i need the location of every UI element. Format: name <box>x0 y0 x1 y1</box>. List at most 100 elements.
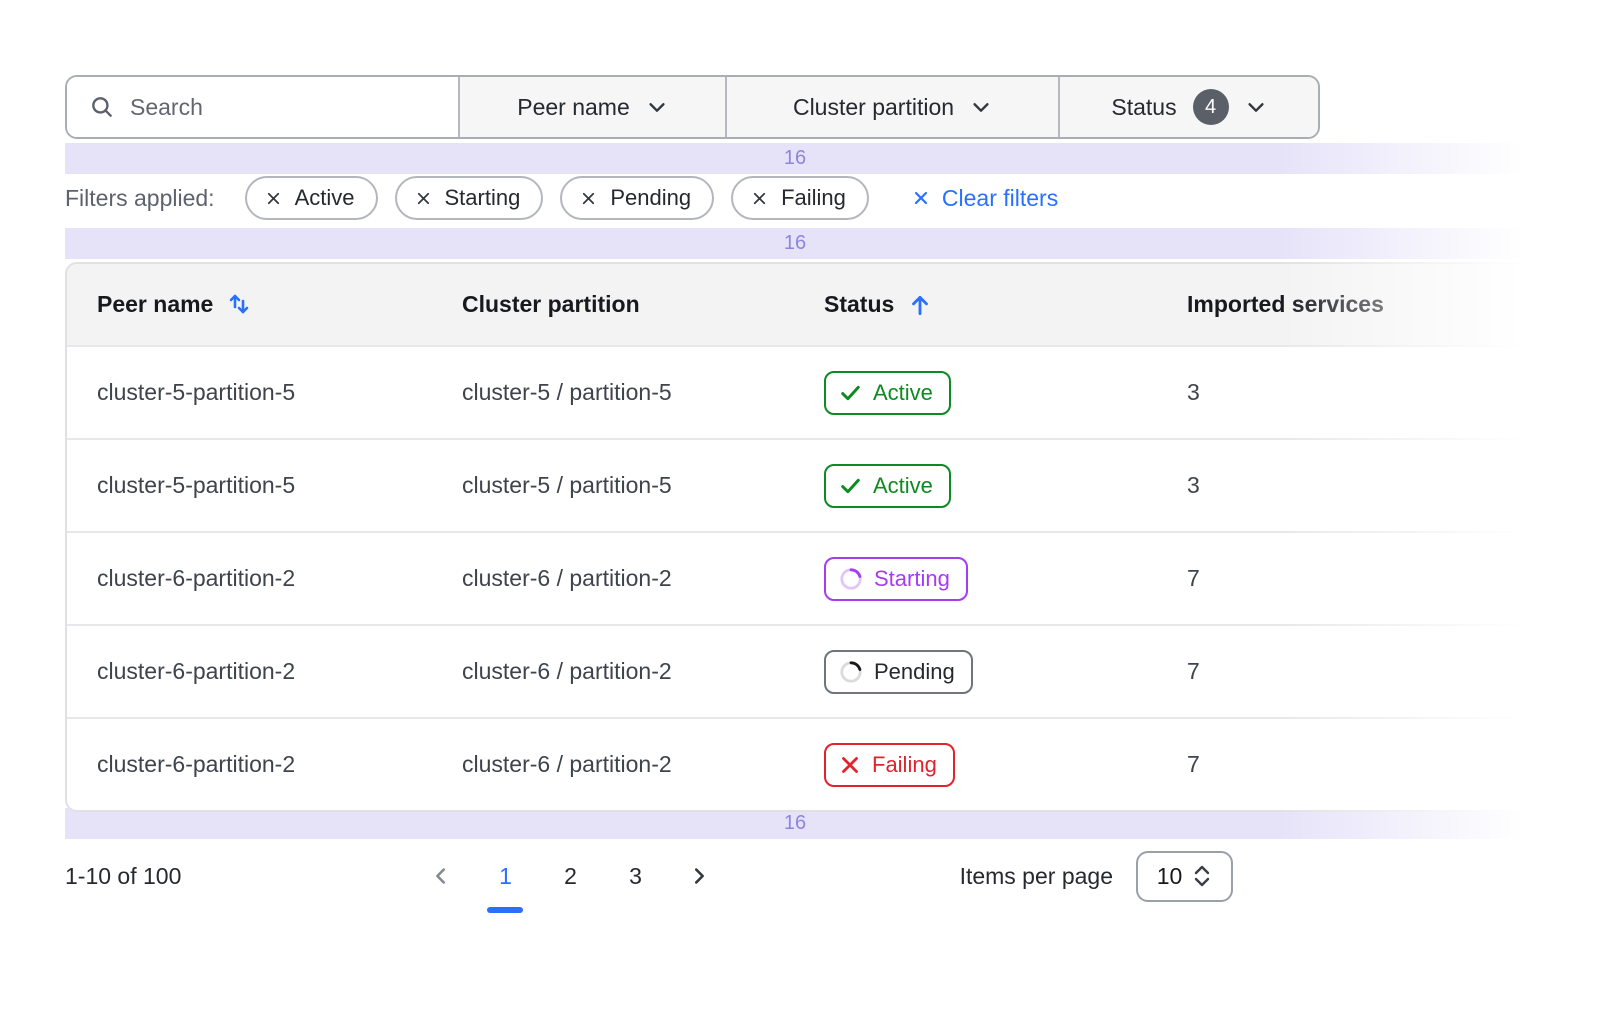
column-header-imported-services[interactable]: Imported services <box>1157 291 1558 318</box>
cell-peer-name: cluster-6-partition-2 <box>67 565 432 592</box>
column-header-label: Peer name <box>97 291 213 318</box>
status-badge-label: Active <box>873 473 933 499</box>
status-badge-label: Starting <box>874 566 950 592</box>
remove-filter-icon[interactable] <box>579 189 598 208</box>
status-badge-label: Pending <box>874 659 955 685</box>
status-badge: Failing <box>824 743 955 787</box>
table-row: cluster-5-partition-5 cluster-5 / partit… <box>67 438 1558 531</box>
spinner-icon <box>838 566 864 592</box>
search-icon <box>89 94 115 120</box>
filter-chip-label: Pending <box>610 185 691 211</box>
peers-table: Peer name Cluster partition Status Impor… <box>65 262 1560 812</box>
cell-status: Failing <box>794 743 1157 787</box>
status-badge-label: Active <box>873 380 933 406</box>
cell-status: Starting <box>794 557 1157 601</box>
pagination-bar: 1-10 of 100 1 2 3 Items per page 10 <box>65 845 1233 907</box>
table-body: cluster-5-partition-5 cluster-5 / partit… <box>67 345 1558 810</box>
cluster-partition-filter-dropdown[interactable]: Cluster partition <box>725 77 1058 137</box>
search-input[interactable] <box>130 94 430 121</box>
page-button[interactable]: 3 <box>616 856 654 896</box>
table-row: cluster-6-partition-2 cluster-6 / partit… <box>67 717 1558 810</box>
filter-chip-label: Active <box>295 185 355 211</box>
items-per-page-select[interactable]: 10 <box>1136 851 1233 902</box>
peer-name-filter-label: Peer name <box>517 94 630 121</box>
status-badge: Active <box>824 371 951 415</box>
spacing-marker: 16 <box>65 143 1560 174</box>
previous-page-button[interactable] <box>423 856 459 896</box>
column-header-label: Cluster partition <box>462 291 640 318</box>
remove-filter-icon[interactable] <box>264 189 283 208</box>
sort-up-down-icon <box>226 291 253 318</box>
cell-peer-name: cluster-6-partition-2 <box>67 751 432 778</box>
spacing-marker-value: 16 <box>65 808 1525 839</box>
page-button-label: 1 <box>499 863 512 889</box>
remove-filter-icon[interactable] <box>750 189 769 208</box>
remove-filter-icon[interactable] <box>414 189 433 208</box>
clear-filters-label: Clear filters <box>942 185 1058 212</box>
cluster-partition-filter-label: Cluster partition <box>793 94 954 121</box>
cell-cluster-partition: cluster-5 / partition-5 <box>432 472 794 499</box>
check-icon <box>838 473 863 498</box>
sort-up-icon <box>907 292 933 318</box>
items-per-page: Items per page 10 <box>960 851 1233 902</box>
table-header: Peer name Cluster partition Status Impor… <box>67 264 1558 345</box>
column-header-cluster-partition[interactable]: Cluster partition <box>432 291 794 318</box>
cell-cluster-partition: cluster-6 / partition-2 <box>432 565 794 592</box>
filter-chip-label: Starting <box>445 185 521 211</box>
cell-cluster-partition: cluster-6 / partition-2 <box>432 658 794 685</box>
cell-peer-name: cluster-6-partition-2 <box>67 658 432 685</box>
status-badge-label: Failing <box>872 752 937 778</box>
filter-chip[interactable]: Failing <box>731 176 869 220</box>
column-header-peer-name[interactable]: Peer name <box>67 291 432 318</box>
status-filter-label: Status <box>1111 94 1176 121</box>
page-button[interactable]: 2 <box>551 856 589 896</box>
filter-chip[interactable]: Starting <box>395 176 544 220</box>
filter-chips: Active Starting Pending Failing <box>245 176 869 220</box>
spacing-marker-value: 16 <box>65 228 1525 259</box>
chevron-down-icon <box>1245 96 1267 118</box>
cell-cluster-partition: cluster-6 / partition-2 <box>432 751 794 778</box>
chevron-down-icon <box>646 96 668 118</box>
spacing-marker-value: 16 <box>65 143 1525 174</box>
status-badge: Pending <box>824 650 973 694</box>
chevron-left-icon <box>430 865 452 887</box>
stepper-chevrons-icon <box>1192 864 1212 888</box>
chevron-down-icon <box>970 96 992 118</box>
clear-filters-link[interactable]: Clear filters <box>911 185 1058 212</box>
spacing-marker: 16 <box>65 228 1560 259</box>
peer-name-filter-dropdown[interactable]: Peer name <box>458 77 725 137</box>
table-row: cluster-6-partition-2 cluster-6 / partit… <box>67 531 1558 624</box>
column-header-label: Status <box>824 291 894 318</box>
pager: 1 2 3 <box>423 856 717 896</box>
items-per-page-label: Items per page <box>960 863 1113 890</box>
cell-imported-services: 3 <box>1157 379 1558 406</box>
filter-chip[interactable]: Active <box>245 176 378 220</box>
check-icon <box>838 380 863 405</box>
status-filter-count-badge: 4 <box>1193 89 1229 125</box>
close-icon <box>911 188 931 208</box>
filter-chip-label: Failing <box>781 185 846 211</box>
page-button-label: 3 <box>629 863 642 889</box>
status-badge: Active <box>824 464 951 508</box>
chevron-right-icon <box>688 865 710 887</box>
cell-peer-name: cluster-5-partition-5 <box>67 379 432 406</box>
cell-cluster-partition: cluster-5 / partition-5 <box>432 379 794 406</box>
table-row: cluster-6-partition-2 cluster-6 / partit… <box>67 624 1558 717</box>
table-row: cluster-5-partition-5 cluster-5 / partit… <box>67 345 1558 438</box>
search-section <box>67 77 458 137</box>
filter-chip[interactable]: Pending <box>560 176 714 220</box>
filters-applied-label: Filters applied: <box>65 185 215 212</box>
page-list: 1 2 3 <box>486 856 654 896</box>
cell-peer-name: cluster-5-partition-5 <box>67 472 432 499</box>
page-button[interactable]: 1 <box>486 856 524 896</box>
column-header-status[interactable]: Status <box>794 291 1157 318</box>
next-page-button[interactable] <box>681 856 717 896</box>
items-per-page-value: 10 <box>1157 863 1183 890</box>
page-button-label: 2 <box>564 863 577 889</box>
cell-status: Active <box>794 371 1157 415</box>
applied-filters-row: Filters applied: Active Starting Pending… <box>65 174 1058 222</box>
spinner-icon <box>838 659 864 685</box>
status-badge: Starting <box>824 557 968 601</box>
cell-imported-services: 7 <box>1157 565 1558 592</box>
status-filter-dropdown[interactable]: Status 4 <box>1058 77 1318 137</box>
